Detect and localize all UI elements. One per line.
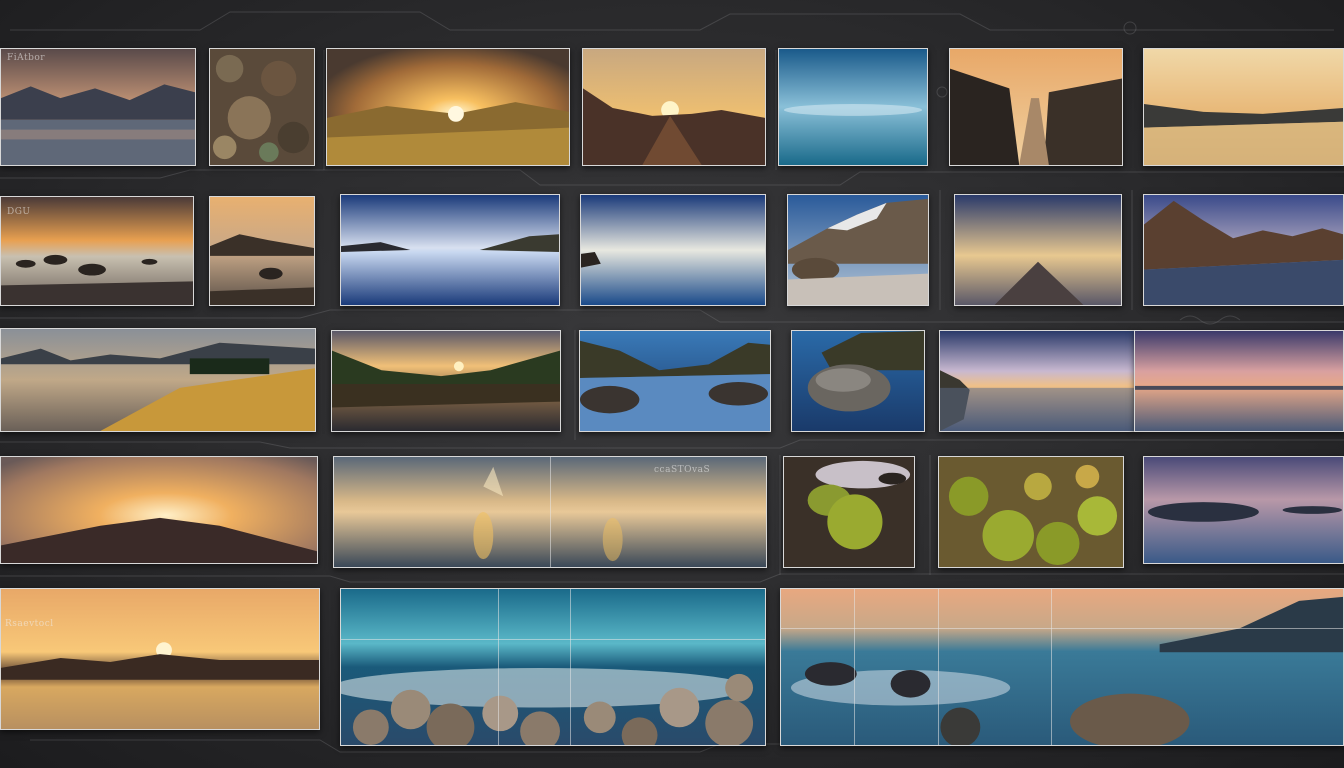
photo-sun-mountain-silhouette[interactable] xyxy=(0,456,318,564)
photo-river-golden-hour[interactable] xyxy=(1143,48,1344,166)
photo-boulder-lake[interactable] xyxy=(791,330,925,432)
photo-lichen-rock[interactable] xyxy=(209,48,315,166)
photo-green-moss-meadow[interactable] xyxy=(938,456,1124,568)
photo-sun-setting-lake[interactable]: Rsaevtocl xyxy=(0,588,320,730)
photo-canyon-road[interactable] xyxy=(949,48,1123,166)
photo-waves-over-rocks[interactable] xyxy=(340,588,766,746)
photo-blue-seascape[interactable] xyxy=(778,48,928,166)
photo-blue-lake-hills[interactable] xyxy=(579,330,771,432)
photo-cloud-reflection-lake[interactable] xyxy=(340,194,560,306)
photo-collage-board: FiAtbor DGU ccaSTOvaS Rsaevtocl xyxy=(0,0,1344,768)
photo-blue-sky-reflection[interactable] xyxy=(580,194,766,306)
photo-lake-trees-grasses[interactable] xyxy=(0,328,316,432)
photo-snowy-peaks[interactable] xyxy=(787,194,929,306)
photo-islands-twilight[interactable] xyxy=(1143,456,1344,564)
photo-watermark: FiAtbor xyxy=(7,53,46,63)
photo-watermark: Rsaevtocl xyxy=(5,619,54,629)
photo-sunburst-hills[interactable] xyxy=(326,48,570,166)
photo-watermark: ccaSTOvaS xyxy=(654,465,711,475)
photo-sunset-reflected-lake[interactable] xyxy=(331,330,561,432)
photo-rocky-shore-dusk[interactable] xyxy=(209,196,315,306)
photo-misty-sea-islands[interactable] xyxy=(780,588,1344,746)
photo-lake-rocks-sunset[interactable]: DGU xyxy=(0,196,194,306)
photo-mossy-stones[interactable] xyxy=(783,456,915,568)
photo-watermark: DGU xyxy=(7,207,31,217)
photo-pink-sunset-sea[interactable] xyxy=(1134,330,1344,432)
photo-dusk-flat-shore[interactable] xyxy=(954,194,1122,306)
photo-mountain-lake-dusk[interactable]: FiAtbor xyxy=(0,48,196,166)
photo-mountain-range-lake[interactable] xyxy=(1143,194,1344,306)
photo-sunrise-reflection-panorama[interactable]: ccaSTOvaS xyxy=(333,456,767,568)
photo-sunset-mountains[interactable] xyxy=(582,48,766,166)
photo-dusk-sea-rocks[interactable] xyxy=(939,330,1135,432)
